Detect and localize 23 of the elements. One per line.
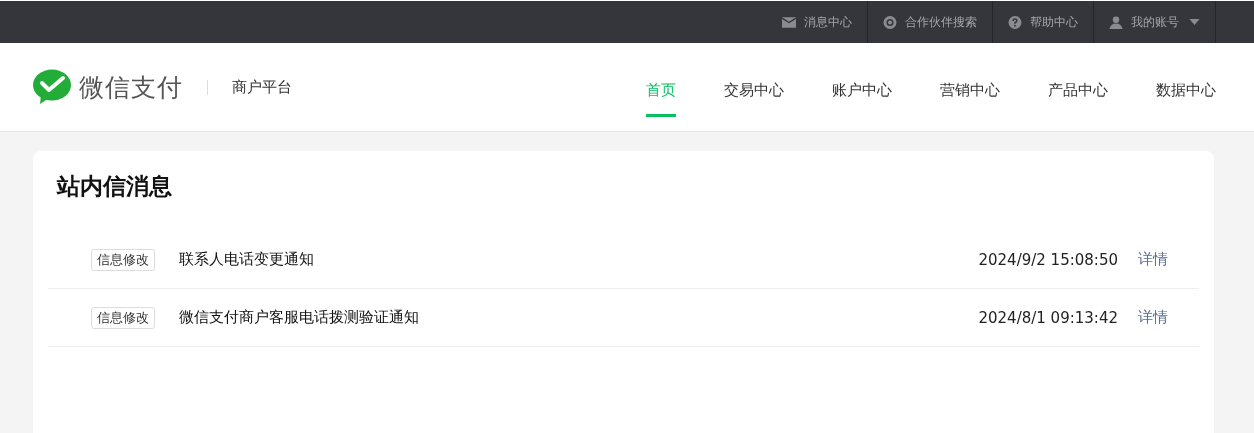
nav-tab[interactable]: 营销中心 [940,60,1000,117]
caret-icon [1189,19,1200,25]
top-bar-link[interactable]: 消息中心 [767,1,867,43]
mail-icon [782,15,796,29]
nav-tab[interactable]: 账户中心 [832,60,892,117]
message-time: 2024/8/1 09:13:42 [978,308,1118,327]
card-title: 站内信消息 [57,172,173,201]
chat-check-icon [32,69,72,105]
message-time: 2024/9/2 15:08:50 [978,250,1118,269]
details-link[interactable]: 详情 [1138,308,1168,327]
category-tag: 信息修改 [91,248,155,271]
details-link[interactable]: 详情 [1138,250,1168,269]
help-icon [1008,15,1022,29]
message-title: 微信支付商户客服电话拨测验证通知 [179,308,420,327]
nav-tab[interactable]: 产品中心 [1048,60,1108,117]
nav-tab[interactable]: 数据中心 [1156,60,1216,117]
search-icon [883,15,897,29]
message-title: 联系人电话变更通知 [179,250,315,269]
platform-name: 商户平台 [232,77,292,97]
nav-tab[interactable]: 交易中心 [724,60,784,117]
category-tag: 信息修改 [91,306,155,329]
brand-name: 微信支付 [79,71,183,104]
user-icon [1109,15,1123,29]
